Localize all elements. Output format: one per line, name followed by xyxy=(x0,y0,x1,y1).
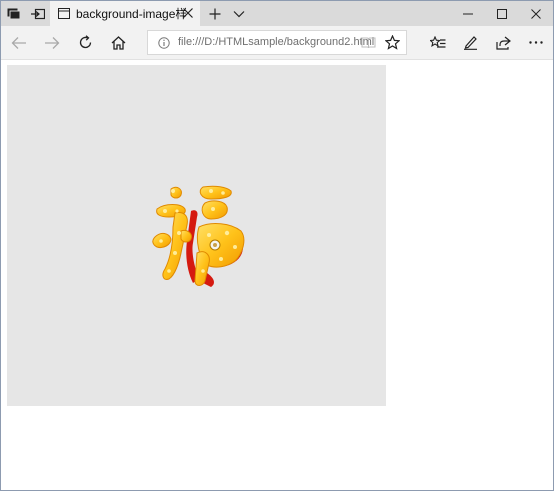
page-icon xyxy=(58,8,70,19)
star-icon[interactable] xyxy=(377,26,407,59)
forward-arrow-icon[interactable] xyxy=(37,26,67,59)
back-arrow-icon[interactable] xyxy=(4,26,34,59)
minimize-icon[interactable] xyxy=(449,1,487,26)
fu-character-image xyxy=(151,183,247,291)
home-icon[interactable] xyxy=(103,26,133,59)
close-window-icon[interactable] xyxy=(517,1,553,26)
set-aside-tabs-icon[interactable] xyxy=(25,1,51,26)
pen-icon[interactable] xyxy=(455,26,485,59)
more-icon[interactable] xyxy=(521,26,551,59)
browser-window: background-image样式 xyxy=(0,0,554,491)
tab-title: background-image样式 xyxy=(76,7,186,21)
maximize-icon[interactable] xyxy=(483,1,521,26)
background-image-box xyxy=(7,65,386,406)
url-text: file:///D:/HTMLsample/background2.html xyxy=(178,36,375,48)
chevron-down-icon[interactable] xyxy=(227,1,251,26)
tab-active[interactable]: background-image样式 xyxy=(50,1,200,26)
refresh-icon[interactable] xyxy=(70,26,100,59)
close-icon[interactable] xyxy=(182,7,194,19)
favorites-list-icon[interactable] xyxy=(423,26,453,59)
page-content xyxy=(1,60,553,490)
plus-icon[interactable] xyxy=(203,1,227,26)
share-icon[interactable] xyxy=(488,26,518,59)
tab-preview-icon[interactable] xyxy=(1,1,27,26)
info-icon[interactable] xyxy=(158,37,170,49)
title-bar: background-image样式 xyxy=(1,1,553,26)
toolbar: file:///D:/HTMLsample/background2.html xyxy=(1,26,553,60)
